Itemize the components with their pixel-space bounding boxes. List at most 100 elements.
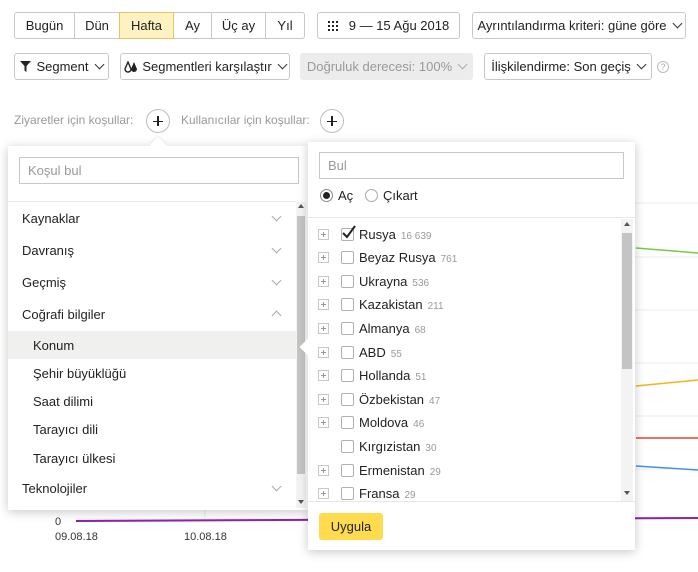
category-technologies[interactable]: Teknolojiler [8,474,296,502]
category-label: Davranış [22,242,75,258]
scroll-down-arrow-icon[interactable] [298,500,304,504]
country-count: 30 [425,442,437,454]
country-count: 47 [429,395,441,407]
country-row[interactable]: ABD 55 [308,341,620,363]
checkmark-icon [342,224,356,239]
scroll-down-arrow-icon[interactable] [624,491,630,495]
expand-plus-icon[interactable] [318,322,329,334]
chevron-up-icon [271,310,282,321]
checkbox-checked[interactable] [341,224,356,241]
country-row[interactable]: Ermenistan 29 [308,459,620,481]
country-count: 536 [412,277,430,289]
country-row[interactable]: Kırgızistan 30 [308,435,620,457]
checkbox[interactable] [341,251,354,265]
scroll-up-arrow-icon[interactable] [624,222,630,226]
country-count: 29 [429,466,441,478]
checkbox[interactable] [341,369,354,383]
checkbox[interactable] [341,487,354,501]
radio-include[interactable]: Aç [320,188,353,203]
scroll-up-arrow-icon[interactable] [298,204,304,208]
radio-empty-icon [365,189,378,202]
expand-plus-icon[interactable] [318,488,329,500]
checkbox[interactable] [341,298,354,312]
location-values-panel: Bul Aç Çıkart Rusya 16 639 Beyaz Rusya 761 U… [299,142,635,550]
country-name: Ukrayna [359,273,408,289]
expand-plus-icon[interactable] [318,228,329,240]
country-row[interactable]: Ukrayna 536 [308,270,620,292]
sub-item-browser-language[interactable]: Tarayıcı dili [8,415,296,443]
x-axis-label-1: 09.08.18 [55,531,98,543]
checkbox[interactable] [341,392,354,406]
sub-item-location[interactable]: Konum [8,331,296,359]
chart-line-green [635,247,698,254]
country-name: Fransa [359,486,400,501]
expand-plus-icon[interactable] [318,346,329,358]
country-name: Ermenistan [359,462,425,478]
radio-exclude-label: Çıkart [383,188,418,203]
country-label: Almanya 68 [359,321,426,336]
left-panel-scrollbar[interactable] [296,202,306,508]
checkbox[interactable] [341,274,354,288]
panel-divider [8,201,296,202]
country-name: Rusya [359,226,396,242]
country-row[interactable]: Almanya 68 [308,317,620,339]
country-label: Özbekistan 47 [359,392,440,407]
country-row[interactable]: Fransa 29 [308,483,620,501]
country-label: Ukrayna 536 [359,274,429,289]
expand-plus-icon[interactable] [318,393,329,405]
sub-item-browser-country[interactable]: Tarayıcı ülkesi [8,444,296,472]
country-label: Rusya 16 639 [359,227,431,242]
sub-item-label: Şehir büyüklüğü [33,365,127,381]
radio-exclude[interactable]: Çıkart [365,188,418,203]
country-label: Kırgızistan 30 [359,439,437,454]
category-label: Coğrafi bilgiler [22,306,106,322]
country-count: 55 [390,348,402,360]
expand-plus-icon[interactable] [318,275,329,287]
sub-item-timezone[interactable]: Saat dilimi [8,387,296,415]
country-name: Kırgızistan [359,438,421,454]
country-row[interactable]: Moldova 46 [308,412,620,434]
condition-search-input[interactable]: Koşul bul [19,157,299,184]
expand-plus-icon[interactable] [318,370,329,382]
checkbox[interactable] [341,416,354,430]
category-label: Kaynaklar [22,210,80,226]
category-sources[interactable]: Kaynaklar [8,204,296,232]
expand-plus-icon[interactable] [318,252,329,264]
expand-plus-icon[interactable] [318,417,329,429]
scrollbar-thumb[interactable] [622,233,632,369]
expand-plus-icon[interactable] [318,299,329,311]
country-row[interactable]: Hollanda 51 [308,365,620,387]
sub-item-city-size[interactable]: Şehir büyüklüğü [8,359,296,387]
country-row[interactable]: Özbekistan 47 [308,388,620,410]
checkbox[interactable] [341,321,354,335]
country-row[interactable]: Beyaz Rusya 761 [308,247,620,269]
country-label: Fransa 29 [359,486,416,501]
right-panel-scrollbar[interactable] [621,219,633,501]
value-search-input[interactable]: Bul [319,152,624,179]
country-label: ABD 55 [359,345,402,360]
country-name: Kazakistan [359,297,423,313]
category-geography[interactable]: Coğrafi bilgiler [8,300,296,328]
category-behavior[interactable]: Davranış [8,236,296,264]
country-label: Kazakistan 211 [359,297,444,312]
panel-divider [308,217,635,218]
apply-button[interactable]: Uygula [319,513,383,540]
checkbox[interactable] [341,463,354,477]
x-axis-label-2: 10.08.18 [184,531,227,543]
category-history[interactable]: Geçmiş [8,268,296,296]
country-count: 211 [427,301,444,313]
country-count: 68 [414,324,426,336]
expand-plus-icon[interactable] [318,464,329,476]
country-count: 46 [413,419,425,431]
country-label: Moldova 46 [359,415,424,430]
country-row[interactable]: Rusya 16 639 [308,223,620,245]
radio-selected-icon [320,189,333,202]
country-name: ABD [359,344,386,360]
country-name: Moldova [359,415,409,431]
country-row[interactable]: Kazakistan 211 [308,294,620,316]
condition-category-panel: Koşul bul Kaynaklar Davranış Geçmiş Coğr… [8,136,308,510]
radio-include-label: Aç [338,188,354,203]
chevron-down-icon [271,243,282,253]
checkbox[interactable] [341,345,354,359]
checkbox[interactable] [341,439,354,453]
